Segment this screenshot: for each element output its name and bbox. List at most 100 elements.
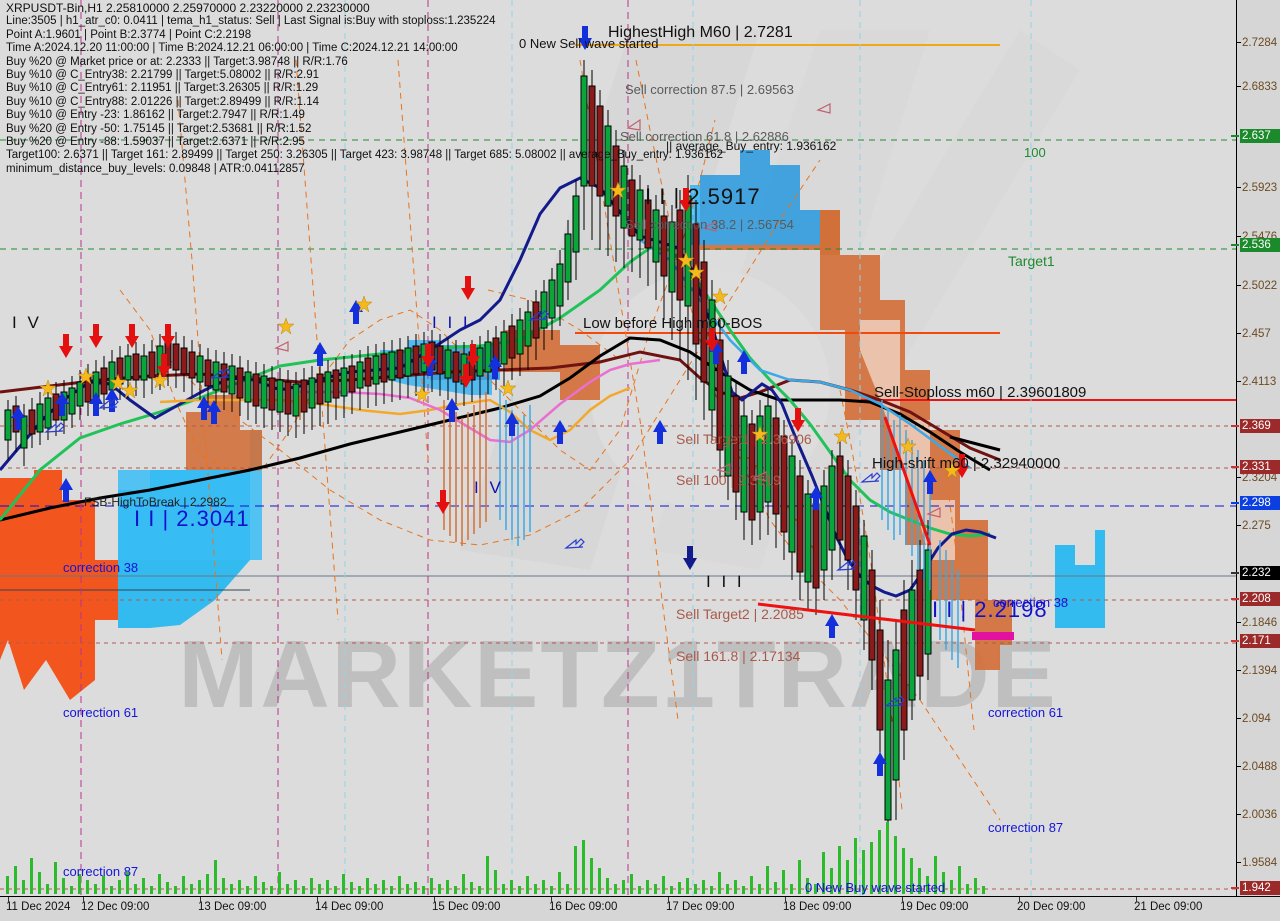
price-tick-label: 2.275	[1242, 520, 1271, 532]
annotation-sell-target2: Sell Target2 | 2.2085	[676, 606, 804, 622]
price-badge[interactable]: 2.331	[1240, 460, 1280, 474]
price-tick-mark	[1237, 766, 1241, 768]
big-2-3041: I I | 2.3041	[134, 506, 250, 531]
time-tick-label: 14 Dec 09:00	[315, 901, 384, 913]
wave-iv-left: I V	[12, 313, 42, 332]
price-badge-marker	[1231, 598, 1239, 600]
price-badge[interactable]: 2.208	[1240, 592, 1280, 606]
price-axis[interactable]: 2.7284 2.6833 2.5923 2.5476 2.5022 2.457 2.411…	[1231, 0, 1280, 896]
annotation-target1-label: Target1	[1008, 253, 1055, 269]
info-line-3: Buy %20 @ Market price or at: 2.2333 || …	[6, 55, 348, 68]
correction-87-left: correction 87	[63, 864, 139, 879]
price-badge-marker	[1231, 887, 1239, 889]
price-badge-marker	[1231, 640, 1239, 642]
price-tick: 1.9584	[1237, 857, 1280, 871]
price-tick-mark	[1237, 718, 1241, 720]
time-tick-label: 11 Dec 2024	[6, 901, 71, 913]
info-line-7: Buy %10 @ Entry -23: 1.86162 || Target:2…	[6, 109, 305, 122]
annotation-target100-label: 100	[1024, 145, 1046, 160]
wave-iv-mid: I V	[474, 478, 504, 497]
price-badge-marker	[1231, 502, 1239, 504]
time-tick-label: 16 Dec 09:00	[549, 901, 618, 913]
price-tick: 2.5022	[1237, 280, 1280, 294]
price-tick: 2.7284	[1237, 37, 1280, 51]
price-tick-label: 2.4113	[1242, 376, 1277, 388]
price-tick-label: 2.7284	[1242, 37, 1278, 49]
info-line-10: Target100: 2.6371 || Target 161: 2.89499…	[6, 149, 724, 162]
time-tick-label: 13 Dec 09:00	[198, 901, 267, 913]
price-tick-mark	[1237, 381, 1241, 383]
price-badge[interactable]: 2.369	[1240, 419, 1280, 433]
time-tick-mark	[1136, 897, 1137, 902]
price-tick-label: 2.5923	[1242, 182, 1278, 194]
price-tick-label: 2.1846	[1242, 617, 1278, 629]
price-tick: 2.457	[1237, 328, 1280, 342]
time-tick-label: 15 Dec 09:00	[432, 901, 501, 913]
info-line-9: Buy %20 @ Entry -88: 1.59037 || Target:2…	[6, 136, 305, 149]
price-tick-label: 1.9584	[1242, 857, 1278, 869]
chart-info-header: XRPUSDT-Bin,H1 2.25810000 2.25970000 2.2…	[6, 1, 724, 176]
price-tick-label: 2.5022	[1242, 280, 1278, 292]
price-tick-mark	[1237, 862, 1241, 864]
time-tick-mark	[8, 897, 9, 902]
price-badge[interactable]: 2.536	[1240, 238, 1280, 252]
price-tick: 2.4113	[1237, 376, 1280, 390]
price-badge-marker	[1231, 135, 1239, 137]
time-tick-mark	[551, 897, 552, 902]
time-tick-mark	[785, 897, 786, 902]
cloud-band-far-right-blue	[1055, 530, 1105, 628]
annotation-low-before-high: Low before High m60-BOS	[583, 315, 763, 332]
price-tick-mark	[1237, 525, 1241, 527]
price-badge[interactable]: 2.298	[1240, 496, 1280, 510]
annotation-sell-stoploss: Sell-Stoploss m60 | 2.39601809	[874, 384, 1087, 401]
info-line-6: Buy %10 @ C_Entry88: 2.01226 || Target:2…	[6, 95, 320, 108]
price-tick-label: 2.457	[1242, 328, 1271, 340]
wave-iii-low: I I I	[706, 572, 745, 591]
price-badge[interactable]: 2.637	[1240, 129, 1280, 143]
price-badge-marker	[1231, 572, 1239, 574]
price-tick: 2.0036	[1237, 809, 1280, 823]
big-2-5917: I I | 2.5917	[645, 184, 761, 209]
price-badge[interactable]: 2.232	[1240, 566, 1280, 580]
price-tick-mark	[1237, 285, 1241, 287]
time-tick-label: 17 Dec 09:00	[666, 901, 735, 913]
price-tick: 2.0488	[1237, 761, 1280, 775]
info-line-11: minimum_distance_buy_levels: 0.09848 | A…	[6, 162, 305, 175]
price-badge-marker	[1231, 244, 1239, 246]
price-badge-marker	[1231, 466, 1239, 468]
symbol-ohlc-line: XRPUSDT-Bin,H1 2.25810000 2.25970000 2.2…	[6, 1, 370, 15]
price-tick: 2.3204	[1237, 472, 1280, 486]
time-tick-mark	[317, 897, 318, 902]
annotation-sell-100: Sell 100 | 2.3319	[676, 472, 781, 488]
price-badge[interactable]: 2.171	[1240, 634, 1280, 648]
info-line-4: Buy %10 @ C_Entry38: 2.21799 || Target:5…	[6, 69, 320, 82]
price-tick: 2.1846	[1237, 617, 1280, 631]
price-tick: 2.5923	[1237, 182, 1280, 196]
wave-iii-mid: I I I	[432, 313, 471, 332]
time-tick-mark	[83, 897, 84, 902]
price-tick: 2.6833	[1237, 81, 1280, 95]
chart-plot-area[interactable]: MARKETZ1TRADE XRPUSDT-Bin,H1 2.25810000 …	[0, 0, 1236, 896]
annotation-new-buy-wave: 0 New Buy wave started	[805, 880, 946, 895]
price-tick: 2.094	[1237, 713, 1280, 727]
price-tick-label: 2.0488	[1242, 761, 1278, 773]
annotation-sell-corr-382: Sell correction 38.2 | 2.56754	[625, 217, 794, 232]
price-tick-mark	[1237, 814, 1241, 816]
price-tick-mark	[1237, 622, 1241, 624]
annotation-sell-1618: Sell 161.8 | 2.17134	[676, 648, 801, 664]
annotation-sell-target1: Sell Target1 | 2.36906	[676, 431, 812, 447]
correction-61-left: correction 61	[63, 705, 139, 720]
correction-61-right: correction 61	[988, 705, 1064, 720]
price-tick-mark	[1237, 477, 1241, 479]
price-tick-mark	[1237, 42, 1241, 44]
price-tick: 2.275	[1237, 520, 1280, 534]
price-badge[interactable]: 1.942	[1240, 881, 1280, 895]
time-tick-mark	[200, 897, 201, 902]
price-tick-mark	[1237, 187, 1241, 189]
time-tick-mark	[1019, 897, 1020, 902]
time-tick-label: 19 Dec 09:00	[900, 901, 969, 913]
time-axis[interactable]: 11 Dec 2024 12 Dec 09:00 13 Dec 09:00 14 De…	[0, 896, 1280, 921]
correction-38-left: correction 38	[63, 560, 139, 575]
price-tick-label: 2.6833	[1242, 81, 1278, 93]
price-tick-mark	[1237, 670, 1241, 672]
